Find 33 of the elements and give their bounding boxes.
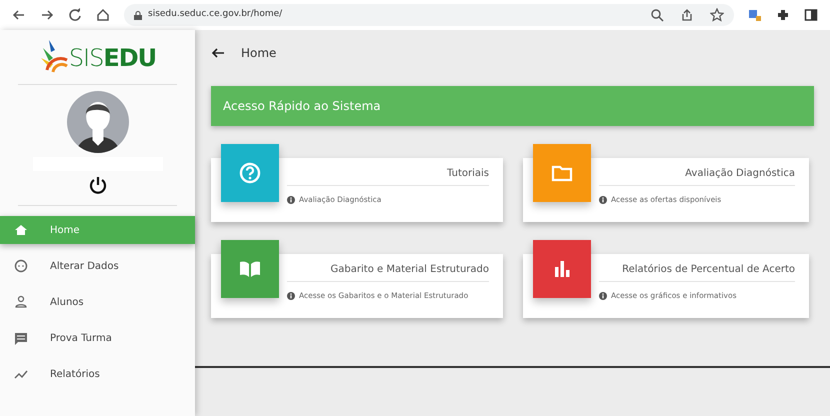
info-icon — [599, 196, 607, 204]
smiley-icon — [14, 259, 28, 273]
card-title: Relatórios de Percentual de Acerto — [622, 263, 795, 277]
side-panel-icon[interactable] — [804, 8, 818, 22]
power-icon[interactable] — [88, 175, 108, 195]
lock-icon — [134, 10, 142, 20]
reload-icon[interactable] — [68, 8, 82, 22]
sidebar-item[interactable]: Alunos — [0, 288, 195, 316]
card-title: Tutoriais — [447, 167, 489, 181]
message-icon — [14, 331, 28, 345]
banner-title: Acesso Rápido ao Sistema — [223, 98, 381, 115]
back-icon[interactable] — [12, 8, 26, 22]
back-arrow-icon[interactable] — [211, 46, 225, 60]
forward-icon[interactable] — [40, 8, 54, 22]
info-icon — [287, 292, 295, 300]
info-icon — [287, 196, 295, 204]
card-title: Avaliação Diagnóstica — [685, 167, 795, 181]
home-icon — [14, 223, 28, 237]
zoom-icon[interactable] — [650, 8, 664, 22]
star-icon[interactable] — [710, 8, 724, 22]
home-icon[interactable] — [96, 8, 110, 22]
sidebar-item[interactable]: Relatórios — [0, 360, 195, 388]
sidebar-item[interactable]: Alterar Dados — [0, 252, 195, 280]
extension-icon[interactable] — [748, 8, 762, 22]
page-title: Home — [241, 45, 276, 62]
card-title: Gabarito e Material Estruturado — [330, 263, 489, 277]
logo-text: SISEDU — [68, 43, 156, 74]
sidebar-item[interactable]: Prova Turma — [0, 324, 195, 352]
person-icon — [14, 295, 28, 309]
url-text[interactable]: sisedu.seduc.ce.gov.br/home/ — [148, 8, 282, 22]
share-icon[interactable] — [680, 8, 694, 22]
info-icon — [599, 292, 607, 300]
help-icon — [238, 161, 262, 185]
